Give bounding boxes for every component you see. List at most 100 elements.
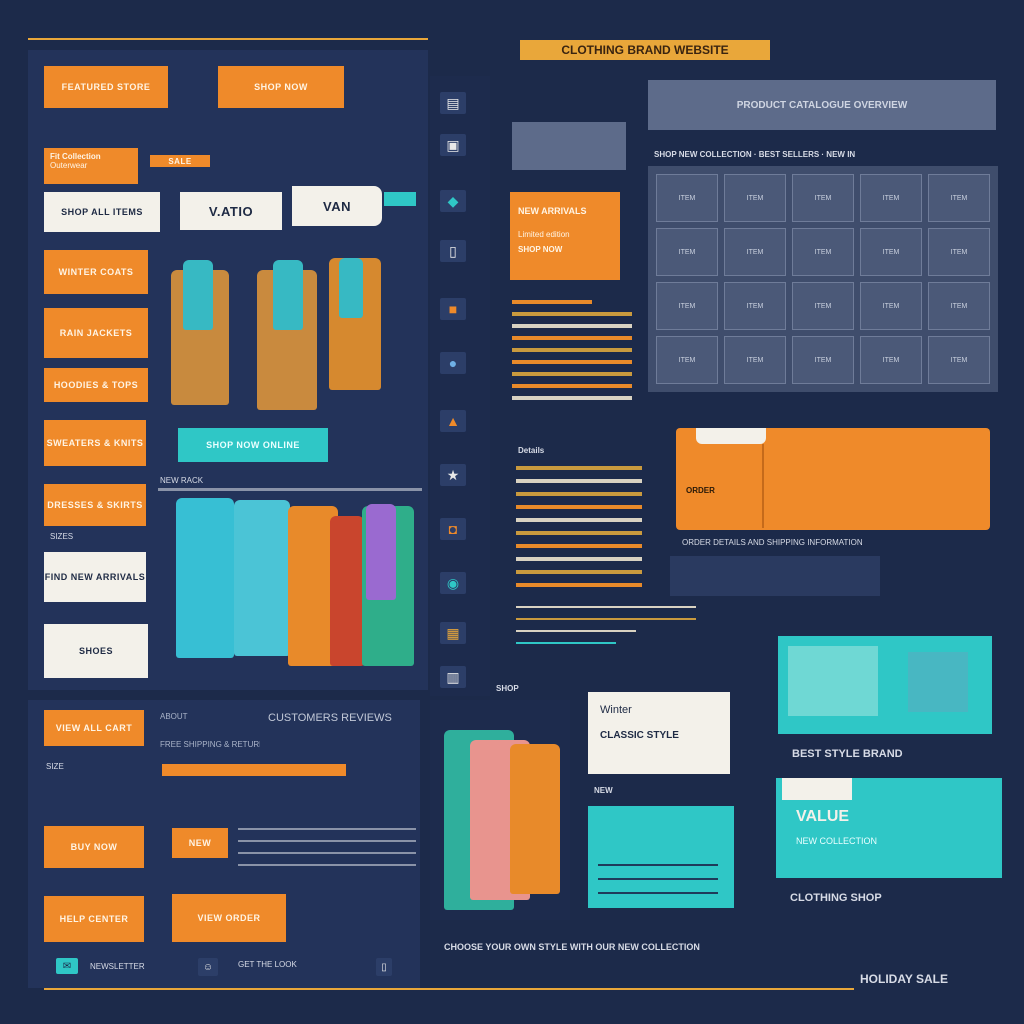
coat-1-scarf [183,260,213,330]
grid-cell[interactable]: ITEM [656,174,718,222]
text-block-3 [516,606,696,644]
text-block-2 [516,466,642,587]
chat-icon[interactable]: ● [440,352,466,374]
desc-one: CUSTOMERS REVIEWS [268,712,392,724]
view-cart-button[interactable]: VIEW ALL CART [44,710,144,746]
grid-cell[interactable]: ITEM [928,228,990,276]
category-card[interactable]: Fit Collection Outerwear [44,148,138,184]
grid-cell[interactable]: ITEM [792,228,854,276]
grid-cell[interactable]: ITEM [860,228,922,276]
teal-wallet-1-image [788,646,878,716]
tab-featured[interactable]: FEATURED STORE [44,66,168,108]
order-wallet[interactable]: ORDER [676,428,990,530]
grid-cell[interactable]: ITEM [928,336,990,384]
grid-icon[interactable]: ▥ [440,666,466,688]
tab-shop[interactable]: SHOP NOW [218,66,344,108]
view-order-button[interactable]: VIEW ORDER [172,894,286,942]
menu-item-2[interactable]: RAIN JACKETS [44,308,148,358]
header-title: CLOTHING BRAND WEBSITE [520,40,770,60]
media-preview [512,122,626,170]
pill-two[interactable]: VAN [292,186,382,226]
phone-icon[interactable]: ▯ [376,958,392,976]
grid-cell[interactable]: ITEM [724,336,786,384]
shop-online-button[interactable]: SHOP NOW ONLINE [178,428,328,462]
grid-cell[interactable]: ITEM [792,282,854,330]
grid-cell[interactable]: ITEM [860,174,922,222]
menu-item-4[interactable]: SWEATERS & KNITS [44,420,146,466]
mail-icon[interactable]: ✉ [56,958,78,974]
teal-wallet-2[interactable]: VALUE NEW COLLECTION [776,778,1002,878]
category-title: Fit Collection [50,152,101,161]
bottom-divider [44,988,854,990]
filter-label: SIZES [50,532,74,541]
menu-item-5[interactable]: DRESSES & SKIRTS [44,484,146,526]
grid-cell[interactable]: ITEM [656,228,718,276]
palette-icon[interactable]: ◉ [440,572,466,594]
menu-item-6[interactable]: SHOES [44,624,148,678]
teal-wallet-1[interactable] [778,636,992,734]
right-footer: HOLIDAY SALE [860,972,949,986]
top-divider [28,38,428,40]
sale-badge[interactable]: SALE [150,155,210,167]
rack-bar [158,488,422,491]
grid-cell[interactable]: ITEM [792,336,854,384]
menu-item-1[interactable]: WINTER COATS [44,250,148,294]
image-icon[interactable]: ▤ [440,92,466,114]
rack-title: NEW RACK [160,476,204,485]
text-block-1 [512,300,632,400]
caption-two: CLOTHING SHOP [790,892,882,904]
grid-cell[interactable]: ITEM [656,336,718,384]
wallet-label: ORDER [686,486,715,495]
cart-icon[interactable]: ◆ [440,190,466,212]
coat-2-scarf [273,260,303,330]
bag-icon[interactable]: ▲ [440,410,466,432]
tag-icon-2[interactable]: ■ [440,298,466,320]
search-box-a[interactable]: Shop all items [44,192,160,232]
dress-1[interactable] [176,498,234,658]
section-label: Details [518,446,545,455]
promo-card[interactable]: NEW ARRIVALS Limited edition SHOP NOW [510,192,620,280]
dress-4[interactable] [330,516,364,666]
menu-item-3[interactable]: HOODIES & TOPS [44,368,148,402]
grid-cell[interactable]: ITEM [860,282,922,330]
dress-2[interactable] [234,500,290,656]
teal-card[interactable] [588,806,734,908]
document-icon[interactable]: ▯ [440,240,466,262]
folder-icon[interactable]: ▣ [440,134,466,156]
grid-header: PRODUCT CATALOGUE OVERVIEW [648,80,996,130]
teal-card-line-3 [598,892,718,894]
star-icon[interactable]: ★ [440,464,466,486]
style-card-caption: NEW [594,786,613,795]
line-list [238,828,416,866]
icon-sidebar [430,76,490,696]
pill-one[interactable]: V.ATIO [180,192,282,230]
size-slider[interactable] [162,764,346,776]
teal-wallet-1-card [908,652,968,712]
calendar-icon[interactable]: ▦ [440,622,466,644]
coat-3-scarf [339,258,363,318]
about-label: ABOUT [160,712,188,721]
clothes-rack [170,496,420,676]
style-card[interactable]: Winter CLASSIC STYLE [588,692,730,774]
teal-big: VALUE [796,808,850,825]
wallet-shadow [670,556,880,596]
dress-6[interactable] [366,504,396,600]
grid-cell[interactable]: ITEM [724,282,786,330]
help-center-button[interactable]: HELP CENTER [44,896,144,942]
search-box-b[interactable]: Find new arrivals [44,552,146,602]
grid-cell[interactable]: ITEM [724,228,786,276]
grid-cell[interactable]: ITEM [724,174,786,222]
wallet-flap [696,428,766,444]
buy-now-button[interactable]: BUY NOW [44,826,144,868]
user-icon[interactable]: ☺ [198,958,218,976]
grid-cell[interactable]: ITEM [928,282,990,330]
newsletter-label: NEWSLETTER [90,962,145,971]
cart-heading: SHOP [496,684,519,693]
grid-cell[interactable]: ITEM [656,282,718,330]
grid-cell[interactable]: ITEM [860,336,922,384]
grid-cell[interactable]: ITEM [792,174,854,222]
jacket-3[interactable] [510,744,560,894]
grid-cell[interactable]: ITEM [928,174,990,222]
new-badge[interactable]: NEW [172,828,228,858]
gift-icon[interactable]: ◘ [440,518,466,540]
